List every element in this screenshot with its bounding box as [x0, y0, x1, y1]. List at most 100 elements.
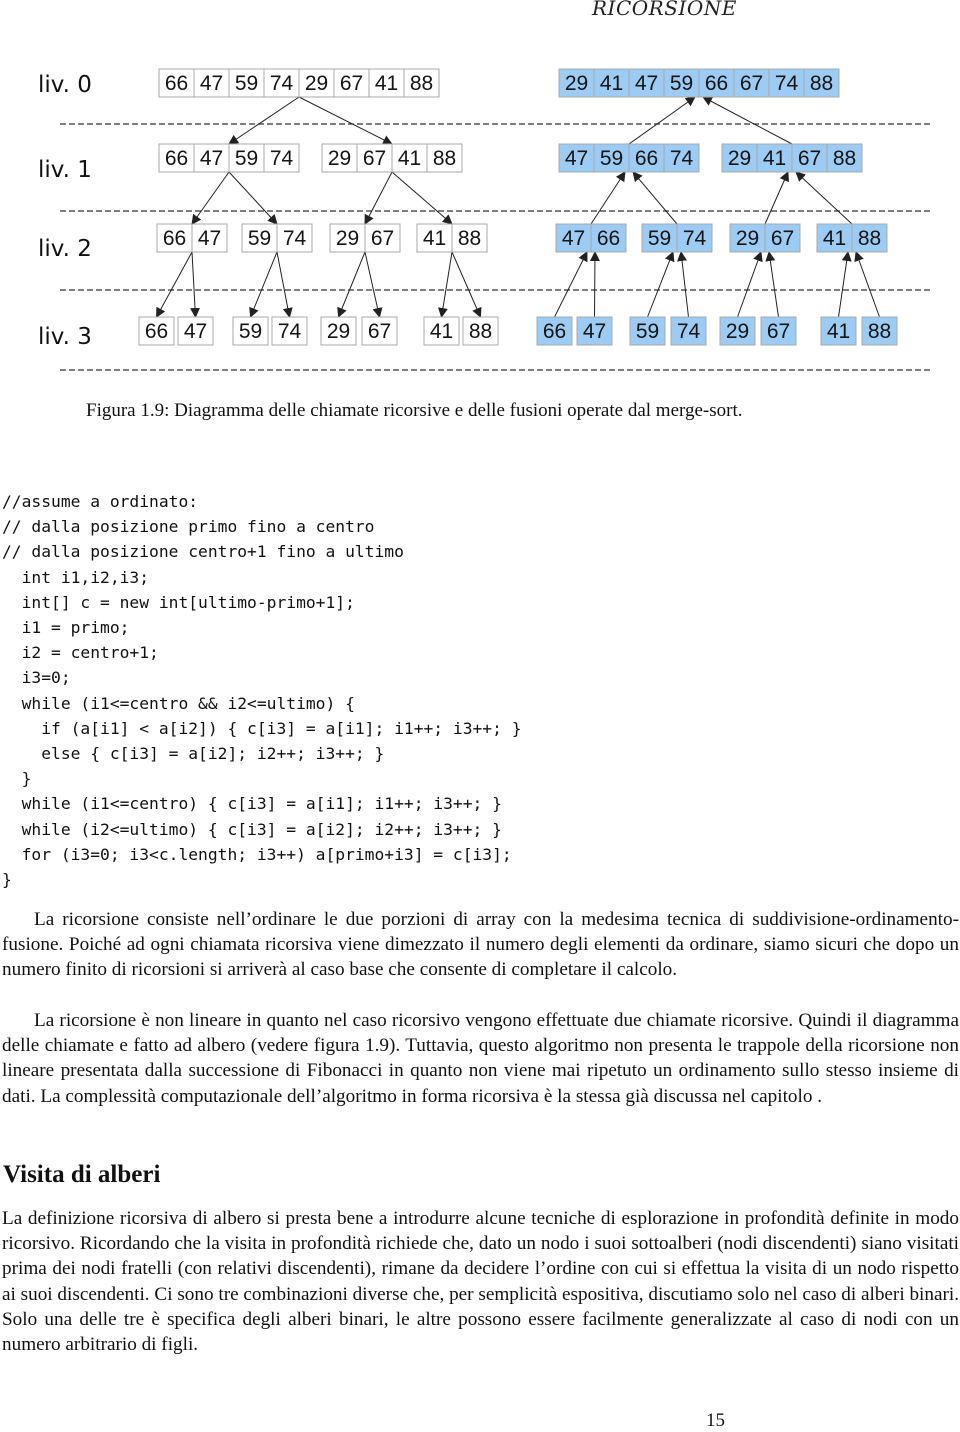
array-cell-value: 47	[198, 227, 221, 250]
merge-array: 59	[629, 316, 666, 346]
figure-caption: Figura 1.9: Diagramma delle chiamate ric…	[86, 400, 743, 421]
array-cell-value: 74	[677, 320, 701, 343]
array-cell-value: 29	[565, 72, 588, 95]
page-number: 15	[706, 1410, 725, 1431]
merge-array: 29 41 47 59 66 67 74 88	[558, 68, 840, 98]
array-cell-value: 67	[340, 72, 363, 95]
split-arrow	[391, 171, 453, 225]
array-cell-value: 66	[165, 147, 188, 170]
array-cell-value: 47	[200, 147, 223, 170]
merge-sort-diagram: 66 47 59 74 29 67 41 88 66 47 59 74 29 67 41 88 66 47 59 74…	[38, 68, 930, 371]
array-cell-value: 88	[458, 227, 481, 250]
array-cell-value: 41	[827, 320, 850, 343]
array-cell-value: 66	[635, 147, 658, 170]
split-arrow	[190, 251, 201, 318]
split-array: 41	[423, 316, 460, 346]
array-cell-value: 67	[368, 320, 391, 343]
split-arrow	[298, 96, 393, 145]
split-arrow	[156, 251, 193, 318]
merge-arrow	[765, 251, 779, 318]
merge-arrow	[632, 171, 678, 225]
array-cell-value: 88	[469, 320, 492, 343]
array-cell-value: 59	[235, 72, 258, 95]
array-cell-value: 88	[410, 72, 433, 95]
array-cell-value: 59	[235, 147, 258, 170]
code-listing: //assume a ordinato: // dalla posizione …	[2, 492, 522, 890]
array-cell-value: 29	[305, 72, 328, 95]
array-cell-value: 59	[239, 320, 262, 343]
paragraph-recursion-description: La ricorsione consiste nell’ordinare le …	[2, 909, 959, 981]
merge-arrow	[737, 251, 763, 318]
split-array: 66	[138, 316, 175, 346]
merge-arrow	[590, 171, 626, 225]
split-arrow	[191, 171, 230, 225]
split-arrow	[364, 171, 393, 225]
array-cell-value: 41	[763, 147, 786, 170]
array-cell-value: 67	[740, 72, 763, 95]
merge-array: 66	[536, 316, 573, 346]
paragraph-nonlinear-recursion: La ricorsione è non lineare in quanto ne…	[2, 1010, 959, 1107]
split-arrow	[249, 251, 278, 318]
split-arrow	[228, 96, 300, 145]
split-array: 29 67	[329, 223, 401, 253]
split-array: 29	[320, 316, 357, 346]
array-cell-value: 47	[200, 72, 223, 95]
merge-array: 47 59 66 74	[558, 143, 700, 173]
merge-array: 41	[820, 316, 857, 346]
split-array: 66 47 59 74 29 67 41 88	[158, 68, 440, 98]
array-cell-value: 88	[868, 320, 891, 343]
merge-arrow	[764, 171, 789, 225]
array-cell-value: 29	[728, 147, 751, 170]
array-cell-value: 67	[371, 227, 394, 250]
array-cell-value: 41	[430, 320, 453, 343]
merge-arrow	[838, 251, 852, 318]
merge-arrow	[795, 171, 853, 225]
merge-arrow	[628, 96, 696, 145]
array-cell-value: 88	[858, 227, 881, 250]
array-cell-value: 59	[600, 147, 623, 170]
array-cell-value: 74	[670, 147, 694, 170]
array-cell-value: 67	[363, 147, 386, 170]
merge-array: 29	[719, 316, 756, 346]
merge-array: 74	[670, 316, 707, 346]
split-arrow	[451, 251, 482, 318]
array-cell-value: 29	[726, 320, 749, 343]
merge-arrow	[647, 251, 675, 318]
array-cell-value: 66	[543, 320, 566, 343]
array-cell-value: 29	[327, 320, 350, 343]
split-array: 88	[462, 316, 499, 346]
merge-arrow	[677, 251, 689, 318]
array-cell-value: 74	[270, 72, 294, 95]
array-cell-value: 47	[583, 320, 606, 343]
array-cell-value: 74	[270, 147, 294, 170]
split-array: 66 47 59 74	[158, 143, 300, 173]
array-cell-value: 59	[248, 227, 271, 250]
merge-array: 88	[861, 316, 898, 346]
array-cell-value: 59	[670, 72, 693, 95]
merge-array: 29 67	[729, 223, 801, 253]
merge-array: 47	[576, 316, 613, 346]
array-cell-value: 29	[336, 227, 359, 250]
split-arrow	[228, 171, 278, 225]
array-cell-value: 41	[823, 227, 846, 250]
split-arrow	[337, 251, 366, 318]
level-label: liv. 2	[38, 236, 92, 262]
merge-arrow	[589, 251, 600, 318]
array-cell-value: 88	[833, 147, 856, 170]
array-cell-value: 47	[562, 227, 585, 250]
array-cell-value: 41	[398, 147, 421, 170]
array-cell-value: 74	[683, 227, 707, 250]
array-cell-value: 74	[278, 320, 302, 343]
merge-arrow	[854, 251, 880, 318]
array-cell-value: 67	[771, 227, 794, 250]
array-cell-value: 41	[375, 72, 398, 95]
array-cell-value: 29	[736, 227, 759, 250]
array-cell-value: 74	[283, 227, 307, 250]
split-array: 67	[361, 316, 398, 346]
merge-array: 41 88	[816, 223, 888, 253]
split-array: 66 47	[156, 223, 228, 253]
merge-arrow	[702, 96, 793, 145]
array-cell-value: 67	[767, 320, 790, 343]
split-array: 47	[177, 316, 214, 346]
array-cell-value: 66	[597, 227, 620, 250]
